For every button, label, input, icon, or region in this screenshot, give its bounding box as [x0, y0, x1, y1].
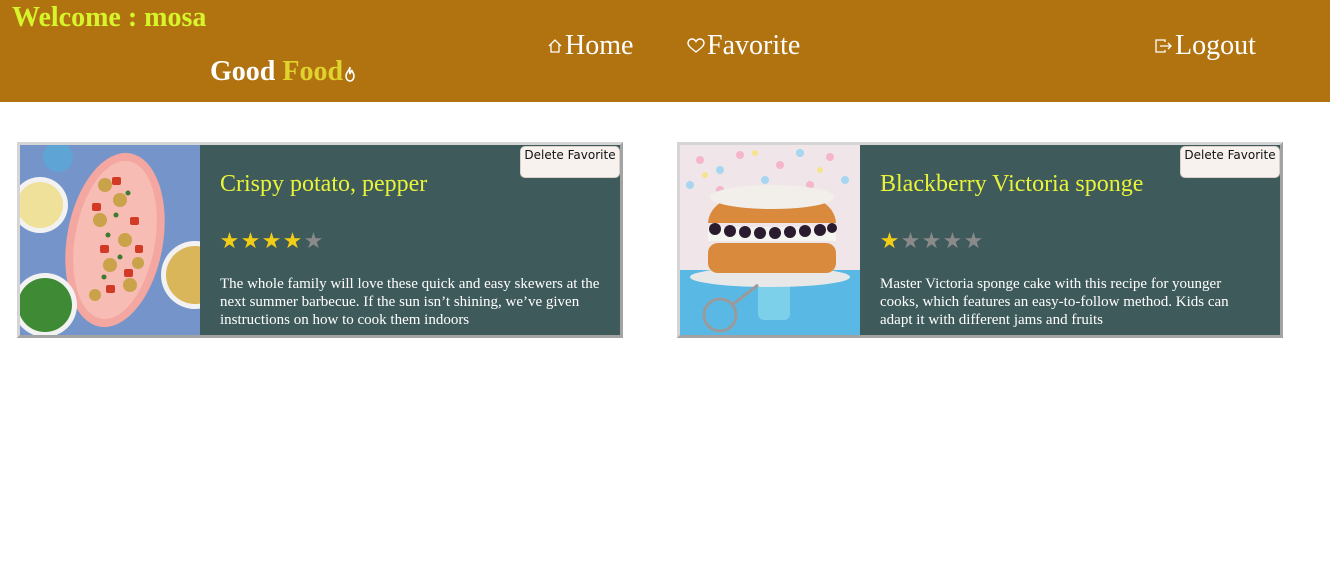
delete-favorite-button[interactable]: Delete Favorite [1180, 146, 1280, 178]
recipe-description: Master Victoria sponge cake with this re… [880, 276, 1229, 328]
top-navbar: Welcome : mosa Good Food Home Favorite L… [0, 0, 1330, 102]
home-icon [547, 30, 565, 62]
flame-icon [344, 58, 356, 90]
username: mosa [144, 2, 207, 33]
star-empty-icon: ★ [942, 229, 963, 254]
star-empty-icon: ★ [900, 229, 921, 254]
star-filled-icon: ★ [261, 229, 282, 254]
star-empty-icon: ★ [921, 229, 942, 254]
favorite-card: Crispy potato, pepper ★ ★ ★ ★ ★ The whole fa… [17, 142, 623, 338]
nav-home-link[interactable]: Home [547, 30, 633, 62]
nav-logout-label: Logout [1175, 30, 1256, 61]
welcome-message: Welcome : mosa [12, 2, 206, 34]
star-empty-icon: ★ [303, 229, 324, 254]
nav-logout-link[interactable]: Logout [1155, 30, 1256, 62]
star-filled-icon: ★ [282, 229, 303, 254]
nav-home-label: Home [565, 30, 634, 61]
nav-favorite-label: Favorite [707, 30, 801, 61]
favorite-card: Blackberry Victoria sponge ★ ★ ★ ★ ★ Master … [677, 142, 1283, 338]
star-rating: ★ ★ ★ ★ ★ [879, 230, 984, 254]
brand-word-good: Good [210, 56, 283, 87]
recipe-description: The whole family will love these quick a… [220, 276, 600, 328]
heart-icon [687, 30, 707, 62]
star-filled-icon: ★ [879, 229, 900, 254]
recipe-image[interactable] [680, 145, 860, 335]
brand-logo[interactable]: Good Food [210, 56, 356, 90]
star-filled-icon: ★ [240, 229, 261, 254]
recipe-image[interactable] [20, 145, 200, 335]
nav-favorite-link[interactable]: Favorite [687, 30, 800, 62]
logout-icon [1155, 30, 1175, 62]
star-filled-icon: ★ [219, 229, 240, 254]
brand-word-food: Food [282, 56, 344, 87]
recipe-title[interactable]: Blackberry Victoria sponge [880, 171, 1143, 198]
delete-favorite-button[interactable]: Delete Favorite [520, 146, 620, 178]
star-empty-icon: ★ [963, 229, 984, 254]
star-rating: ★ ★ ★ ★ ★ [219, 230, 324, 254]
recipe-title[interactable]: Crispy potato, pepper [220, 171, 427, 198]
welcome-label: Welcome : [12, 2, 145, 33]
